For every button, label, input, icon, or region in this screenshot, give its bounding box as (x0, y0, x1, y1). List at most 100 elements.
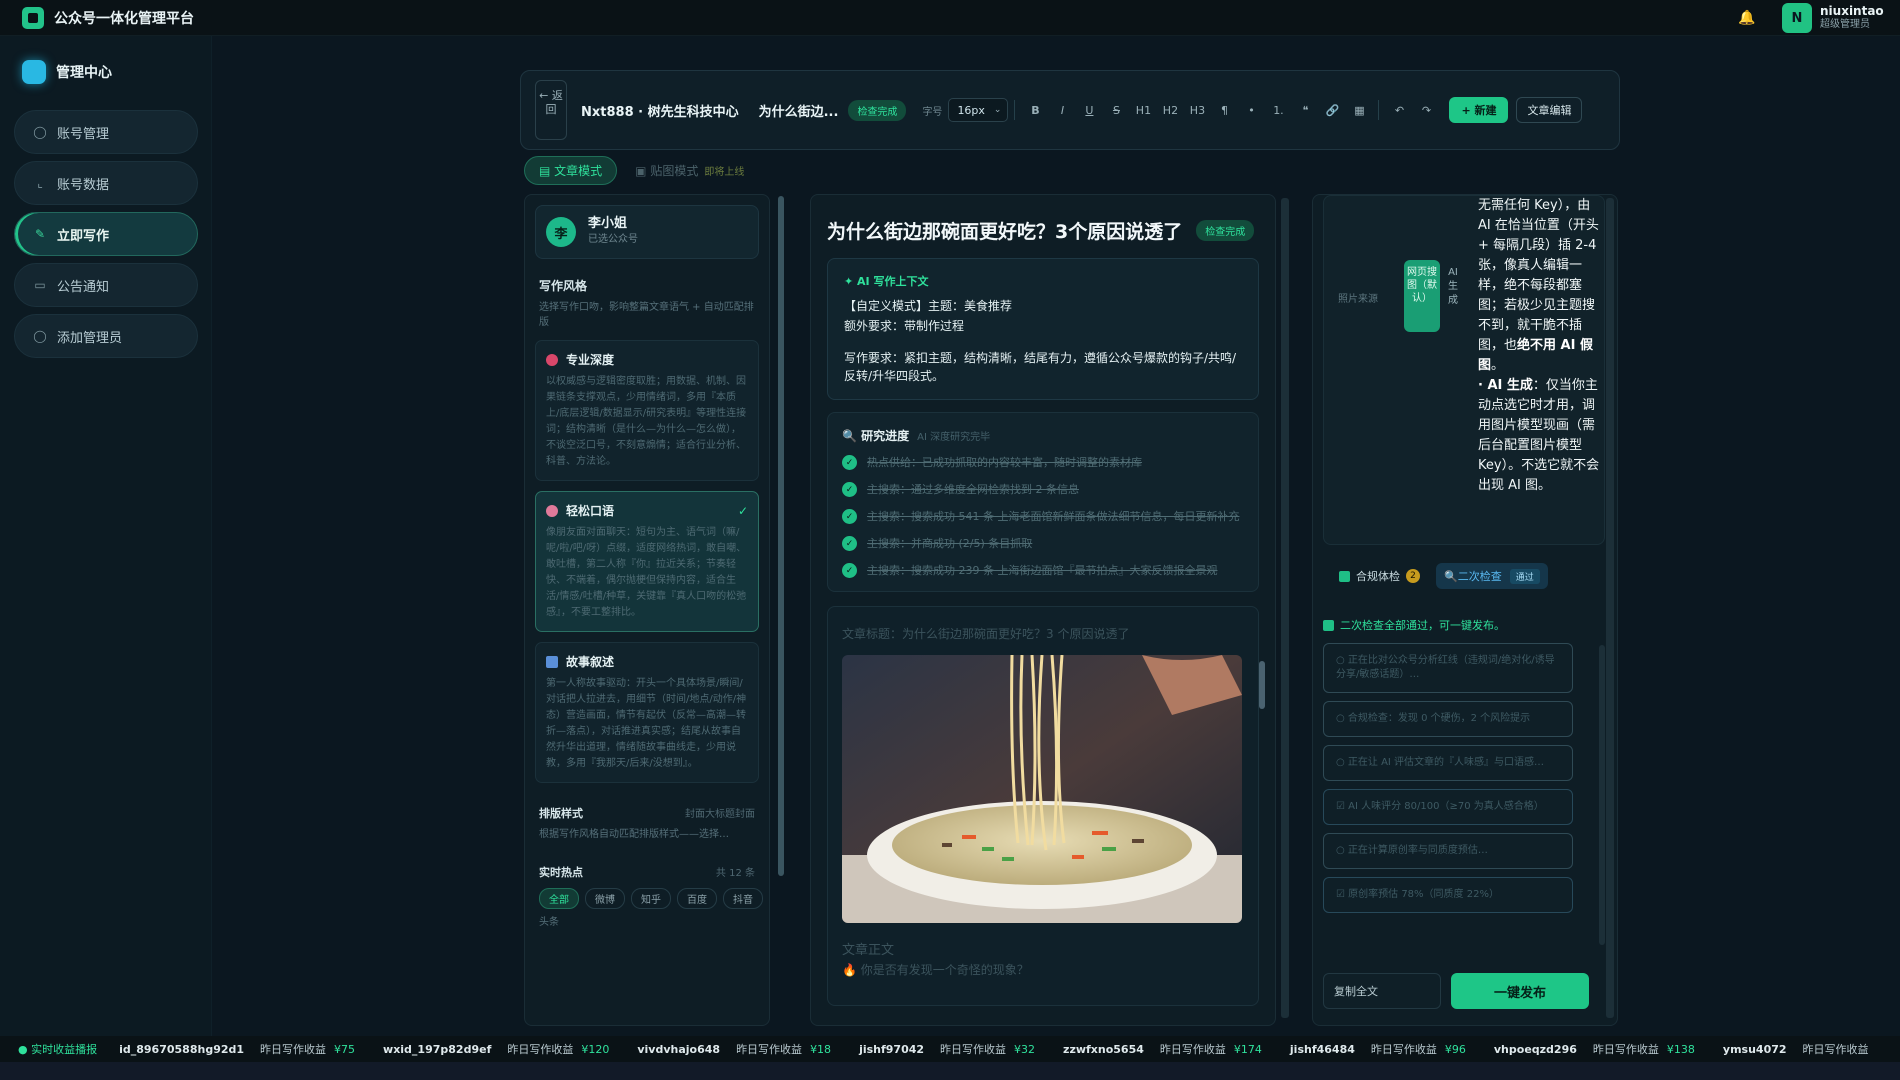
log-scrollbar[interactable] (1599, 645, 1605, 945)
tab-article-mode[interactable]: ▤ 文章模式 (524, 156, 618, 185)
back-button[interactable]: ← 返回 (535, 80, 567, 140)
research-title: 研究进度 (861, 429, 910, 443)
body-heading: 文章正文 (842, 943, 895, 958)
copy-all-button[interactable]: 复制全文 (1323, 973, 1441, 1009)
font-size-label: 字号 (922, 106, 943, 118)
sidebar-item-write-now[interactable]: ✎ 立即写作 (14, 212, 198, 256)
sidebar-item-label: 账号数据 (57, 177, 110, 193)
avatar[interactable]: N (1782, 3, 1812, 33)
h3-button[interactable]: H3 (1184, 98, 1210, 122)
sidebar-item-add-admin[interactable]: ◯ 添加管理员 (14, 314, 198, 358)
style-option-professional[interactable]: 专业深度 以权威感与逻辑密度取胜；用数据、机制、因果链条支撑观点，少用情绪词，多… (535, 340, 759, 481)
explain-text: 。 (1491, 358, 1505, 373)
style-section-title: 写作风格 (539, 279, 588, 293)
user-role: 超级管理员 (1820, 19, 1870, 30)
tab-image-mode[interactable]: ▣ 贴图模式 即将上线 (635, 162, 744, 179)
h2-button[interactable]: H2 (1157, 98, 1183, 122)
sidebar-header: 管理中心 (22, 60, 211, 84)
research-progress: 🔍 研究进度 AI 深度研究完毕 ✓ 热点供给：已成功抓取的内容较丰富，随时调整的素… (827, 412, 1259, 592)
pen-icon: ✎ (34, 227, 46, 241)
ticker-user-id: jishf46484 (1289, 1042, 1355, 1056)
bullet-list-button[interactable]: • (1238, 98, 1264, 122)
context-line: 写作要求：紧扣主题，结构清晰，结尾有力，遵循公众号爆款的钩子/共鸣/反转/升华四… (844, 351, 1237, 383)
ticker-item: ymsu4072 昨日写作收益 (1723, 1041, 1869, 1057)
sidebar-item-account-data[interactable]: ⌞ 账号数据 (14, 161, 198, 205)
ordered-list-button[interactable]: 1. (1265, 98, 1291, 122)
search-icon: 🔍 (1444, 569, 1458, 583)
ticker-live-label: ● 实时收益播报 (18, 1043, 98, 1056)
sidebar-item-announcements[interactable]: ▭ 公告通知 (14, 263, 198, 307)
font-size-select[interactable]: 16px ⌄ (948, 98, 1009, 122)
ticker-amount: ¥32 (1014, 1042, 1036, 1056)
search-icon: 🔍 (842, 429, 862, 443)
new-article-button[interactable]: + 新建 (1449, 97, 1509, 123)
hot-tab-zhihu[interactable]: 知乎 (631, 888, 671, 909)
sidebar-nav: ◯ 账号管理 ⌞ 账号数据 ✎ 立即写作 ▭ 公告通知 ◯ 添加管理员 (14, 110, 211, 358)
chevron-down-icon: ⌄ (993, 105, 1002, 115)
article-preview[interactable]: 文章标题：为什么街边那碗面更好吃？3 个原因说透了 文章正文 🔥 你是否有发现一… (827, 606, 1259, 1006)
redo-icon[interactable]: ↷ (1413, 98, 1439, 122)
image-source-web-option[interactable]: 网页搜图（默认） (1404, 260, 1440, 332)
explain-bold: · AI 生成 (1478, 378, 1533, 393)
font-size-value: 16px (957, 103, 985, 117)
research-step-text: 主搜索：通过多维度全网检索找到 2 条信息 (867, 483, 1079, 496)
strike-button[interactable]: S (1103, 98, 1129, 122)
check-circle-icon: ✓ (842, 482, 857, 497)
quote-button[interactable]: ❝ (1292, 98, 1318, 122)
hot-tab-toutiao[interactable]: 头条 (539, 915, 755, 930)
publish-button[interactable]: 一键发布 (1451, 973, 1589, 1009)
sidebar-item-label: 账号管理 (57, 126, 110, 142)
sidebar: 管理中心 ◯ 账号管理 ⌞ 账号数据 ✎ 立即写作 ▭ 公告通知 ◯ 添加管理员 (0, 36, 212, 1036)
account-name: Nxt888 · 树先生科技中心 (581, 104, 739, 120)
layout-section-note: 封面大标题封面 (685, 809, 755, 820)
tab-compliance[interactable]: 合规体检 2 (1339, 568, 1420, 584)
context-line: 【自定义模式】主题：美食推荐 (844, 299, 1013, 313)
article-edit-button[interactable]: 文章编辑 (1516, 97, 1583, 123)
paragraph-button[interactable]: ¶ (1211, 98, 1237, 122)
undo-icon[interactable]: ↶ (1386, 98, 1412, 122)
ticker-label: 昨日写作收益 (1159, 1043, 1226, 1056)
article-title-short: 为什么街边... (758, 104, 839, 120)
left-scrollbar[interactable] (778, 196, 784, 876)
tab-recheck[interactable]: 🔍 二次检查 通过 (1436, 563, 1548, 589)
right-scroll-track[interactable] (1606, 198, 1614, 1018)
hot-tab-douyin[interactable]: 抖音 (723, 888, 763, 909)
ticker-user-id: ymsu4072 (1722, 1042, 1787, 1056)
bold-button[interactable]: B (1022, 98, 1048, 122)
checkbox-icon (1339, 570, 1350, 582)
research-step: ✓ 主搜索：通过多维度全网检索找到 2 条信息 (842, 482, 1244, 498)
sidebar-item-account-management[interactable]: ◯ 账号管理 (14, 110, 198, 154)
ai-context-title: AI 写作上下文 (857, 275, 929, 288)
taskbar-strip (0, 1062, 1900, 1080)
hot-tab-all[interactable]: 全部 (539, 888, 579, 909)
ticker-label: 昨日写作收益 (1370, 1043, 1437, 1056)
hot-tab-baidu[interactable]: 百度 (677, 888, 717, 909)
ticker-item: vhpoeqzd296 昨日写作收益 ¥138 (1494, 1041, 1695, 1057)
ticker-item: id_89670588hg92d1 昨日写作收益 ¥75 (119, 1041, 355, 1057)
link-icon[interactable]: 🔗 (1319, 98, 1345, 122)
ticker-amount: ¥96 (1444, 1042, 1466, 1056)
underline-button[interactable]: U (1076, 98, 1102, 122)
italic-button[interactable]: I (1049, 98, 1075, 122)
check-circle-icon: ✓ (842, 563, 857, 578)
preview-scrollbar[interactable] (1259, 661, 1265, 709)
style-option-story[interactable]: 故事叙述 第一人称故事驱动：开头一个具体场景/瞬间/对话把人拉进去，用细节（时间… (535, 642, 759, 783)
ticker-live-text: 实时收益播报 (31, 1043, 98, 1056)
h1-button[interactable]: H1 (1130, 98, 1156, 122)
ticker-item: jishf46484 昨日写作收益 ¥96 (1290, 1041, 1466, 1057)
user-add-icon: ◯ (33, 329, 47, 343)
hot-tab-weibo[interactable]: 微博 (585, 888, 625, 909)
target-icon (546, 353, 558, 366)
ticker-label: 昨日写作收益 (736, 1043, 803, 1056)
style-name: 轻松口语 (566, 504, 615, 518)
user-info[interactable]: niuxintao 超级管理员 (1820, 4, 1900, 32)
bell-icon[interactable]: 🔔 (1738, 10, 1755, 26)
table-icon[interactable]: ▦ (1346, 98, 1372, 122)
admin-center-icon (22, 60, 46, 84)
image-source-ai-option[interactable]: AI生成 (1446, 266, 1460, 308)
center-scroll-track[interactable] (1281, 198, 1289, 1018)
persona-card[interactable]: 李 李小姐 已选公众号 (535, 205, 759, 259)
style-name: 专业深度 (566, 353, 615, 367)
log-item: ○ 正在比对公众号分析红线（违规词/绝对化/诱导分享/敏感话题）… (1323, 643, 1573, 693)
style-option-casual[interactable]: 轻松口语 ✓ 像朋友面对面聊天：短句为主、语气词（嘛/呢/啦/吧/呀）点缀，适度网… (535, 491, 759, 632)
